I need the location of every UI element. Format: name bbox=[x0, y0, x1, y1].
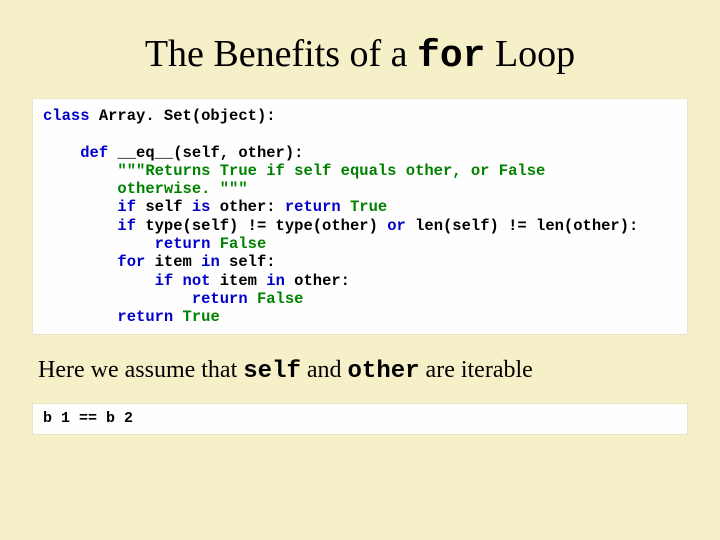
note-code-other: other bbox=[348, 358, 420, 385]
code-text: __eq__(self, other): bbox=[108, 144, 303, 162]
note-text: and bbox=[301, 357, 348, 383]
code-text: self bbox=[136, 198, 192, 216]
slide: The Benefits of a for Loop class Array. … bbox=[0, 0, 720, 540]
title-pre: The Benefits of a bbox=[145, 33, 417, 75]
kw-def: def bbox=[80, 144, 108, 162]
code-text: item bbox=[145, 253, 201, 271]
code-text: self: bbox=[220, 253, 276, 271]
kw-is: is bbox=[192, 198, 211, 216]
lit-false: False bbox=[248, 290, 304, 308]
lit-true: True bbox=[173, 308, 220, 326]
title-post: Loop bbox=[485, 33, 575, 75]
kw-class: class bbox=[43, 107, 90, 125]
kw-or: or bbox=[387, 217, 406, 235]
code-text bbox=[173, 272, 182, 290]
kw-if: if bbox=[117, 217, 136, 235]
kw-in: in bbox=[201, 253, 220, 271]
note-text: are iterable bbox=[420, 357, 533, 383]
kw-not: not bbox=[183, 272, 211, 290]
docstring: otherwise. """ bbox=[117, 180, 247, 198]
code-text: type(self) != type(other) bbox=[136, 217, 387, 235]
code-text: len(self) != len(other): bbox=[406, 217, 639, 235]
docstring: """Returns True if self equals other, or… bbox=[117, 162, 545, 180]
kw-if: if bbox=[117, 198, 136, 216]
code-text: item bbox=[210, 272, 266, 290]
kw-return: return bbox=[155, 235, 211, 253]
title-code: for bbox=[417, 35, 485, 78]
code-block-eq: class Array. Set(object): def __eq__(sel… bbox=[32, 98, 688, 335]
code-text: other: bbox=[210, 198, 284, 216]
kw-return: return bbox=[117, 308, 173, 326]
code-block-compare: b 1 == b 2 bbox=[32, 403, 688, 435]
note-code-self: self bbox=[243, 358, 301, 385]
code-text: other: bbox=[285, 272, 350, 290]
note-text: Here we assume that bbox=[38, 357, 243, 383]
code-text: b 1 == b 2 bbox=[43, 410, 133, 427]
kw-if: if bbox=[155, 272, 174, 290]
explanatory-note: Here we assume that self and other are i… bbox=[38, 357, 688, 385]
kw-for: for bbox=[117, 253, 145, 271]
lit-true: True bbox=[341, 198, 388, 216]
code-text: Array. Set(object): bbox=[90, 107, 276, 125]
kw-return: return bbox=[192, 290, 248, 308]
lit-false: False bbox=[210, 235, 266, 253]
slide-title: The Benefits of a for Loop bbox=[32, 32, 688, 78]
kw-in: in bbox=[266, 272, 285, 290]
kw-return: return bbox=[285, 198, 341, 216]
